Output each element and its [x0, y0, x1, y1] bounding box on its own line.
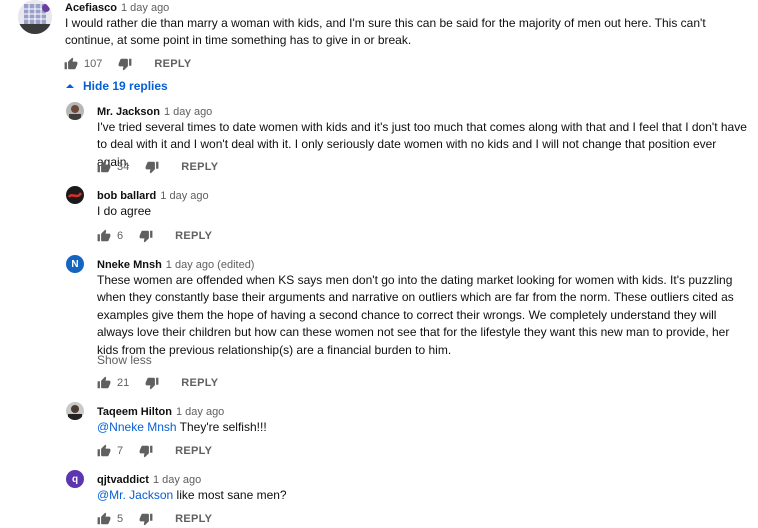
comment-text: These women are offended when KS says me… — [97, 273, 734, 357]
chevron-up-icon — [66, 84, 74, 88]
like-icon[interactable] — [97, 160, 111, 174]
avatar-letter: q — [71, 473, 79, 485]
comment-author[interactable]: Mr. Jackson — [97, 106, 160, 118]
like-icon[interactable] — [97, 512, 111, 526]
dislike-icon[interactable] — [139, 512, 153, 526]
comment-timestamp[interactable]: 1 day ago — [121, 2, 169, 14]
comment-text: I do agree — [97, 204, 152, 218]
comment-author[interactable]: Nneke Mnsh — [97, 259, 162, 271]
reply-button[interactable]: REPLY — [181, 377, 218, 389]
avatar[interactable]: N — [66, 255, 84, 273]
reply-button[interactable]: REPLY — [175, 445, 212, 457]
reply-button[interactable]: REPLY — [175, 230, 212, 242]
comment-timestamp[interactable]: 1 day ago — [153, 474, 201, 486]
comment-timestamp[interactable]: 1 day ago — [160, 190, 208, 202]
like-icon[interactable] — [64, 57, 78, 71]
like-count: 34 — [117, 161, 130, 173]
comment-author[interactable]: Acefiasco — [65, 2, 117, 14]
avatar-image-icon — [66, 186, 84, 204]
comment-body: They're selfish!!! — [176, 420, 267, 434]
reply-button[interactable]: REPLY — [154, 58, 191, 70]
like-count: 7 — [117, 445, 124, 457]
avatar[interactable] — [66, 102, 84, 120]
comment-header: qjtvaddict 1 day ago — [97, 470, 201, 488]
avatar[interactable] — [66, 186, 84, 204]
comment-timestamp[interactable]: 1 day ago — [176, 406, 224, 418]
comment-header: Nneke Mnsh 1 day ago (edited) — [97, 255, 254, 273]
like-count: 5 — [117, 513, 124, 525]
comment-text: @Mr. Jackson like most sane men? — [97, 487, 752, 504]
comment-text: @Nneke Mnsh They're selfish!!! — [97, 419, 752, 436]
avatar-image-icon — [18, 0, 52, 34]
dislike-icon[interactable] — [145, 160, 159, 174]
dislike-icon[interactable] — [139, 229, 153, 243]
hide-replies-button[interactable]: Hide 19 replies — [64, 79, 168, 93]
dislike-icon[interactable] — [145, 376, 159, 390]
reply-button[interactable]: REPLY — [175, 513, 212, 525]
avatar-letter: N — [71, 258, 79, 270]
avatar-image-icon — [66, 102, 84, 120]
dislike-icon[interactable] — [118, 57, 132, 71]
comment-actions: 107 REPLY — [64, 56, 192, 72]
comment-text: I would rather die than marry a woman wi… — [65, 16, 706, 48]
mention-link[interactable]: @Mr. Jackson — [97, 488, 173, 502]
like-count: 21 — [117, 377, 130, 389]
comment-author[interactable]: bob ballard — [97, 190, 156, 202]
comment-actions: 34 REPLY — [97, 159, 218, 175]
avatar[interactable] — [66, 402, 84, 420]
like-icon[interactable] — [97, 376, 111, 390]
comment-header: bob ballard 1 day ago — [97, 186, 209, 204]
comment-actions: 5 REPLY — [97, 511, 212, 527]
avatar[interactable]: q — [66, 470, 84, 488]
comment-header: Acefiasco 1 day ago — [65, 0, 169, 16]
comment-author[interactable]: qjtvaddict — [97, 474, 149, 486]
like-count: 6 — [117, 230, 124, 242]
like-icon[interactable] — [97, 229, 111, 243]
comment-actions: 6 REPLY — [97, 228, 212, 244]
reply-button[interactable]: REPLY — [181, 161, 218, 173]
like-count: 107 — [84, 58, 103, 70]
comment-header: Taqeem Hilton 1 day ago — [97, 402, 224, 420]
dislike-icon[interactable] — [139, 444, 153, 458]
avatar[interactable] — [18, 0, 52, 34]
like-icon[interactable] — [97, 444, 111, 458]
comment-actions: 7 REPLY — [97, 443, 212, 459]
comment-body: like most sane men? — [173, 488, 287, 502]
avatar-image-icon — [66, 402, 84, 420]
hide-replies-label: Hide 19 replies — [83, 79, 168, 93]
comment-timestamp[interactable]: 1 day ago — [164, 106, 212, 118]
comment-author[interactable]: Taqeem Hilton — [97, 406, 172, 418]
show-less-button[interactable]: Show less — [97, 353, 152, 367]
comment-timestamp[interactable]: 1 day ago (edited) — [166, 259, 255, 271]
mention-link[interactable]: @Nneke Mnsh — [97, 420, 177, 434]
comment-actions: 21 REPLY — [97, 375, 218, 391]
comment-header: Mr. Jackson 1 day ago — [97, 102, 212, 120]
